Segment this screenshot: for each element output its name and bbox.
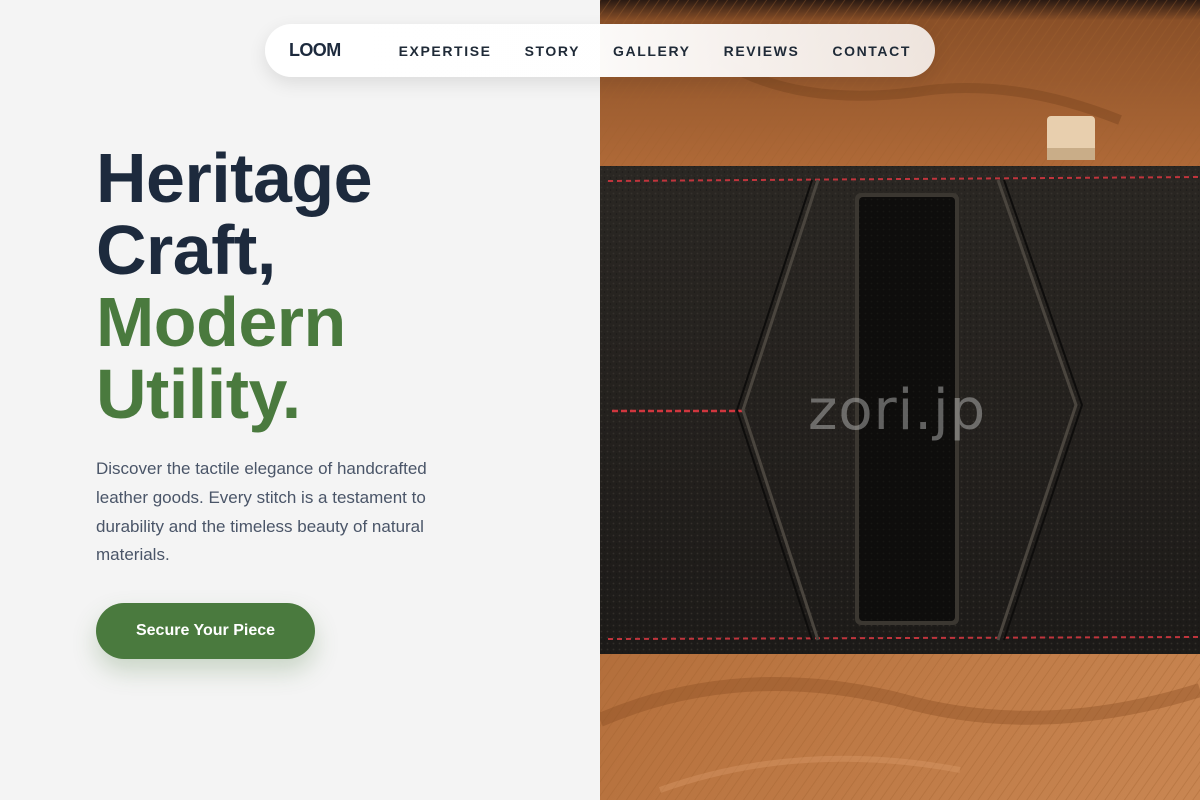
nav-links: EXPERTISE STORY GALLERY REVIEWS CONTACT xyxy=(399,43,911,59)
headline-line-modern: Modern xyxy=(96,283,346,361)
nav-link-reviews[interactable]: REVIEWS xyxy=(724,43,800,59)
headline-line-utility: Utility. xyxy=(96,355,301,433)
nav-link-gallery[interactable]: GALLERY xyxy=(613,43,691,59)
headline-line-craft: Craft, xyxy=(96,211,276,289)
image-watermark: zori.jp xyxy=(808,378,987,443)
top-navigation-bar: LOOM EXPERTISE STORY GALLERY REVIEWS CON… xyxy=(265,24,935,77)
secure-your-piece-button[interactable]: Secure Your Piece xyxy=(96,603,315,659)
hero-headline: Heritage Craft, Modern Utility. xyxy=(96,139,373,433)
nav-link-contact[interactable]: CONTACT xyxy=(832,43,911,59)
brand-logo[interactable]: LOOM xyxy=(289,40,399,61)
headline-line-heritage: Heritage xyxy=(96,139,373,217)
nav-link-story[interactable]: STORY xyxy=(525,43,580,59)
nav-link-expertise[interactable]: EXPERTISE xyxy=(399,43,492,59)
hero-description: Discover the tactile elegance of handcra… xyxy=(96,459,427,565)
